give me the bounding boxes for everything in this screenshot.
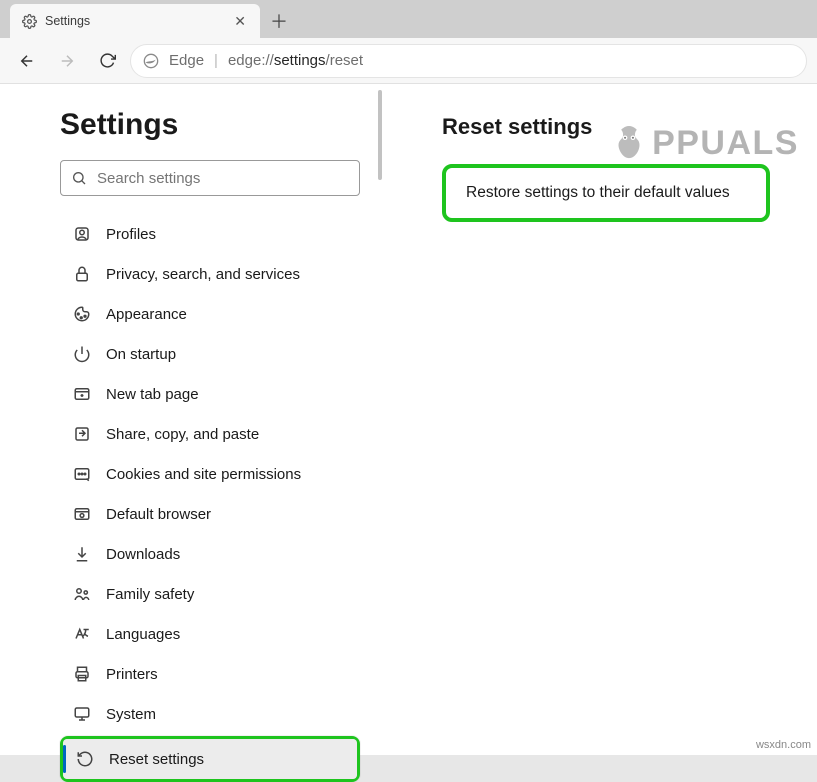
sidebar-item-share[interactable]: Share, copy, and paste xyxy=(60,414,360,454)
sidebar-item-label: Printers xyxy=(106,666,158,683)
sidebar-item-label: New tab page xyxy=(106,386,199,403)
sidebar-item-startup[interactable]: On startup xyxy=(60,334,360,374)
page-title: Settings xyxy=(60,108,372,142)
gear-icon xyxy=(22,14,37,29)
sidebar-item-profiles[interactable]: Profiles xyxy=(60,214,360,254)
cookies-icon xyxy=(72,465,92,483)
sidebar-item-label: Share, copy, and paste xyxy=(106,426,259,443)
lock-icon xyxy=(72,265,92,283)
languages-icon xyxy=(72,625,92,643)
sidebar-item-label: Reset settings xyxy=(109,751,204,768)
tab-title: Settings xyxy=(45,14,222,28)
search-icon xyxy=(71,170,87,186)
scrollbar-thumb[interactable] xyxy=(378,90,382,180)
settings-sidebar: Settings Profiles Privacy, search, and s… xyxy=(0,84,382,755)
sidebar-item-label: Downloads xyxy=(106,546,180,563)
back-button[interactable] xyxy=(10,44,44,78)
toolbar: Edge | edge://settings/reset xyxy=(0,38,817,84)
restore-defaults-row[interactable]: Restore settings to their default values xyxy=(446,168,766,218)
sidebar-item-default-browser[interactable]: Default browser xyxy=(60,494,360,534)
printer-icon xyxy=(72,665,92,683)
search-settings-field[interactable] xyxy=(60,160,360,196)
address-brand: Edge xyxy=(169,52,204,69)
search-input[interactable] xyxy=(97,170,349,187)
sidebar-item-label: Default browser xyxy=(106,506,211,523)
sidebar-item-printers[interactable]: Printers xyxy=(60,654,360,694)
default-browser-icon xyxy=(72,505,92,523)
settings-page: Settings Profiles Privacy, search, and s… xyxy=(0,84,817,755)
settings-main: Reset settings Restore settings to their… xyxy=(382,84,817,755)
address-bar[interactable]: Edge | edge://settings/reset xyxy=(130,44,807,78)
restore-highlight: Restore settings to their default values xyxy=(442,164,770,222)
reset-icon xyxy=(75,750,95,768)
sidebar-item-cookies[interactable]: Cookies and site permissions xyxy=(60,454,360,494)
main-heading: Reset settings xyxy=(442,114,777,140)
sidebar-item-label: Appearance xyxy=(106,306,187,323)
sidebar-item-privacy[interactable]: Privacy, search, and services xyxy=(60,254,360,294)
forward-button[interactable] xyxy=(50,44,84,78)
new-tab-button[interactable]: ＋ xyxy=(262,4,296,38)
power-icon xyxy=(72,345,92,363)
tab-strip: Settings ✕ ＋ xyxy=(0,0,817,38)
share-icon xyxy=(72,425,92,443)
address-divider: | xyxy=(214,52,218,69)
sidebar-item-languages[interactable]: Languages xyxy=(60,614,360,654)
sidebar-item-label: Privacy, search, and services xyxy=(106,266,300,283)
sidebar-item-label: Profiles xyxy=(106,226,156,243)
close-tab-icon[interactable]: ✕ xyxy=(230,11,250,32)
sidebar-item-label: Cookies and site permissions xyxy=(106,466,301,483)
appearance-icon xyxy=(72,305,92,323)
system-icon xyxy=(72,705,92,723)
sidebar-item-label: Family safety xyxy=(106,586,194,603)
sidebar-item-family[interactable]: Family safety xyxy=(60,574,360,614)
restore-defaults-label: Restore settings to their default values xyxy=(466,184,730,202)
family-icon xyxy=(72,585,92,603)
sidebar-item-label: Languages xyxy=(106,626,180,643)
download-icon xyxy=(72,545,92,563)
newtab-icon xyxy=(72,385,92,403)
sidebar-item-appearance[interactable]: Appearance xyxy=(60,294,360,334)
edge-icon xyxy=(143,53,159,69)
sidebar-item-label: System xyxy=(106,706,156,723)
sidebar-item-reset[interactable]: Reset settings xyxy=(63,739,357,779)
sidebar-item-downloads[interactable]: Downloads xyxy=(60,534,360,574)
sidebar-nav: Profiles Privacy, search, and services A… xyxy=(60,214,360,782)
sidebar-item-system[interactable]: System xyxy=(60,694,360,734)
sidebar-item-newtab[interactable]: New tab page xyxy=(60,374,360,414)
source-label: wsxdn.com xyxy=(756,739,811,751)
sidebar-item-label: On startup xyxy=(106,346,176,363)
reload-button[interactable] xyxy=(90,44,124,78)
address-url: edge://settings/reset xyxy=(228,52,363,69)
profile-icon xyxy=(72,225,92,243)
browser-tab-settings[interactable]: Settings ✕ xyxy=(10,4,260,38)
